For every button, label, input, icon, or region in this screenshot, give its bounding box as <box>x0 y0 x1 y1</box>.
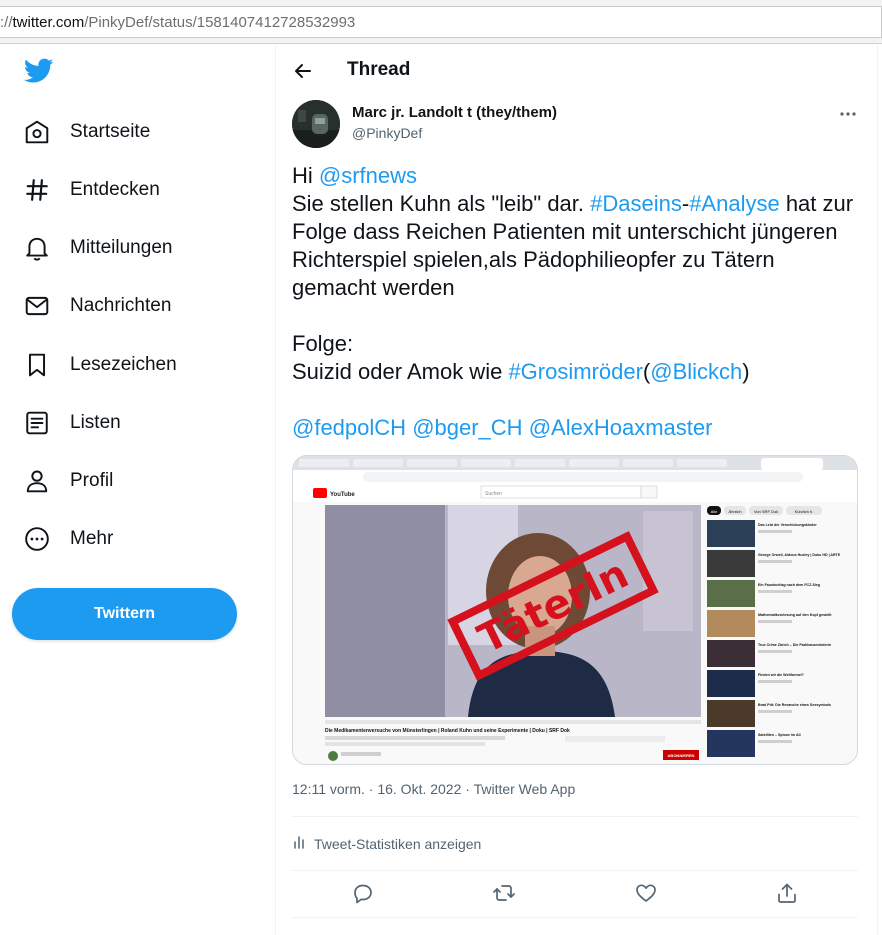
mention-link[interactable]: @Blickch <box>650 359 742 384</box>
envelope-icon <box>22 291 52 321</box>
chip-recent[interactable]: Kürzlich h. <box>795 509 814 514</box>
share-icon[interactable] <box>775 881 799 905</box>
recommended-title[interactable]: Finden wir die Weltformel? <box>758 673 804 677</box>
url-text[interactable]: ://twitter.com/PinkyDef/status/158140741… <box>0 14 355 32</box>
sidebar-item-entdecken[interactable]: Entdecken <box>22 170 160 210</box>
sidebar-item-nachrichten[interactable]: Nachrichten <box>22 286 171 326</box>
tweet-media-image[interactable]: YouTube Suchen TäterIn Die Medikamentenv… <box>292 455 858 765</box>
recommended-title[interactable]: Satelliten – Spione im All <box>758 733 801 737</box>
youtube-logo-text: YouTube <box>330 492 355 498</box>
recommended-title[interactable]: George Orwell, Aldous Huxley | Doku HD |… <box>758 553 841 557</box>
browser-url-bar: ://twitter.com/PinkyDef/status/158140741… <box>0 0 882 44</box>
sidebar-item-label: Nachrichten <box>70 295 172 316</box>
hashtag-link[interactable]: #Analyse <box>689 191 780 216</box>
bell-icon <box>22 233 52 263</box>
recommended-title[interactable]: Mathematikvorlesung auf den Kopf gestell… <box>758 613 832 617</box>
mention-link[interactable]: @AlexHoaxmaster <box>529 415 713 440</box>
sidebar-item-label: Lesezeichen <box>70 354 177 375</box>
sidebar-item-label: Mehr <box>70 528 114 549</box>
bookmark-icon <box>22 350 52 380</box>
hashtag-icon <box>22 175 52 205</box>
sidebar-item-label: Entdecken <box>70 179 160 200</box>
recommended-title[interactable]: Brad Pitt: Die Revanche eines Sexsymbols <box>758 703 831 707</box>
tweet-timestamp[interactable]: 12:11 vorm. · 16. Okt. 2022 · Twitter We… <box>292 781 575 797</box>
hashtag-link[interactable]: #Grosimröder <box>508 359 642 384</box>
more-options-icon[interactable] <box>837 103 859 125</box>
list-icon <box>22 408 52 438</box>
tweet-text: Hi @srfnews Sie stellen Kuhn als "leib" … <box>292 163 860 440</box>
like-icon[interactable] <box>634 881 658 905</box>
sidebar: Startseite Entdecken Mitteilungen Nachri… <box>0 45 276 935</box>
sidebar-item-label: Mitteilungen <box>70 237 173 258</box>
yt-search-placeholder: Suchen <box>485 491 502 497</box>
subscribe-button[interactable]: ABONNIEREN <box>668 753 695 758</box>
person-icon <box>22 466 52 496</box>
page-title: Thread <box>347 59 411 80</box>
divider <box>292 917 858 918</box>
retweet-icon[interactable] <box>492 881 516 905</box>
stats-label: Tweet-Statistiken anzeigen <box>314 836 482 852</box>
recommended-title[interactable]: Das Leid der Verschickungskinder <box>758 523 817 527</box>
thread-header: Thread <box>277 45 877 98</box>
hashtag-link[interactable]: #Daseins <box>590 191 682 216</box>
sidebar-item-mehr[interactable]: Mehr <box>22 519 113 559</box>
sidebar-item-label: Profil <box>70 470 114 491</box>
more-circle-icon <box>22 524 52 554</box>
reply-icon[interactable] <box>351 881 375 905</box>
sidebar-item-label: Listen <box>70 412 121 433</box>
column-border <box>877 45 878 935</box>
url-field[interactable]: ://twitter.com/PinkyDef/status/158140741… <box>0 6 882 38</box>
sidebar-item-profil[interactable]: Profil <box>22 461 113 501</box>
main-column: Thread Marc jr. Landolt t (they/them) @P… <box>277 45 877 935</box>
sidebar-item-label: Startseite <box>70 121 151 142</box>
chip-similar[interactable]: Ähnlich <box>728 509 741 514</box>
back-arrow-icon[interactable] <box>291 59 315 83</box>
twitter-bird-icon[interactable] <box>23 58 54 84</box>
home-icon <box>22 117 52 147</box>
mention-link[interactable]: @fedpolCH <box>292 415 406 440</box>
author-name[interactable]: Marc jr. Landolt t (they/them) <box>352 104 557 121</box>
avatar[interactable] <box>292 100 340 148</box>
stats-icon <box>292 834 308 855</box>
chip-all[interactable]: Alle <box>711 509 718 514</box>
tweet-button[interactable]: Twittern <box>12 588 237 640</box>
sidebar-item-mitteilungen[interactable]: Mitteilungen <box>22 228 172 268</box>
divider <box>292 816 858 817</box>
tweet-stats-link[interactable]: Tweet-Statistiken anzeigen <box>292 833 481 855</box>
author-handle[interactable]: @PinkyDef <box>352 125 422 141</box>
mention-link[interactable]: @bger_CH <box>412 415 522 440</box>
recommended-title[interactable]: True Crime Zürich – Die Parkhausmörderin <box>758 643 831 647</box>
video-title[interactable]: Die Medikamentenversuche von Münsterling… <box>325 728 570 734</box>
sidebar-item-startseite[interactable]: Startseite <box>22 112 150 152</box>
sidebar-item-lesezeichen[interactable]: Lesezeichen <box>22 345 177 385</box>
divider <box>292 870 858 871</box>
sidebar-item-listen[interactable]: Listen <box>22 403 121 443</box>
mention-link[interactable]: @srfnews <box>319 163 417 188</box>
chip-channel[interactable]: Von SRF Dok <box>754 509 778 514</box>
recommended-title[interactable]: Ein Faustschlag nach dem FCZ-Sieg <box>758 583 820 587</box>
